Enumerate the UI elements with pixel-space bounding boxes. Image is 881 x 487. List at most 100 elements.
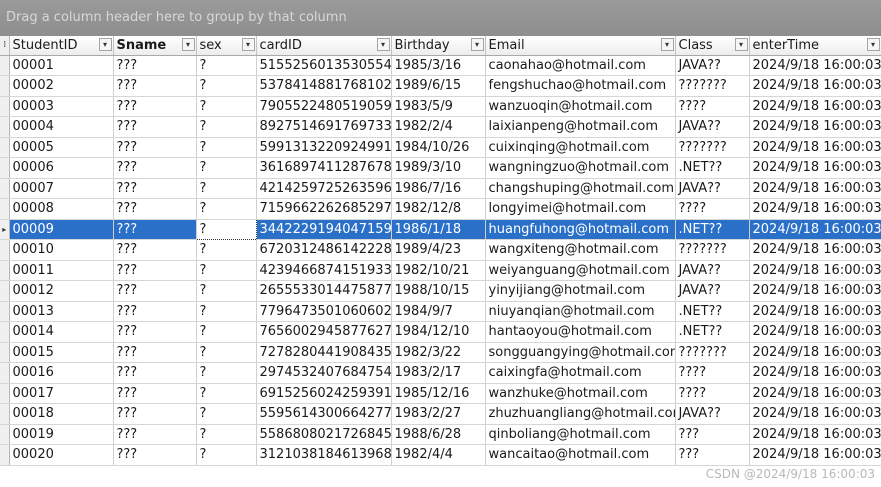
cell-sex[interactable]: ?	[196, 383, 257, 404]
cell-email[interactable]: fengshuchao@hotmail.com	[485, 75, 676, 97]
table-row[interactable]: 00016???? 2974532407684754 1983/2/17 caixin…	[0, 362, 881, 384]
cell-studentid[interactable]: 00005	[9, 137, 114, 158]
cell-entertime[interactable]: 2024/9/18 16:00:03	[749, 219, 881, 240]
cell-sname[interactable]: ???	[113, 239, 197, 261]
cell-sex[interactable]: ?	[196, 321, 257, 343]
cell-email[interactable]: longyimei@hotmail.com	[485, 198, 676, 220]
cell-studentid[interactable]: 00016	[9, 362, 114, 384]
cell-entertime[interactable]: 2024/9/18 16:00:03	[749, 55, 881, 76]
cell-sname[interactable]: ???	[113, 280, 197, 302]
row-indicator[interactable]	[0, 444, 10, 466]
row-indicator[interactable]	[0, 55, 10, 76]
cell-entertime[interactable]: 2024/9/18 16:00:03	[749, 96, 881, 117]
cell-cardid[interactable]: 7796473501060602	[256, 301, 392, 322]
cell-sname[interactable]: ???	[113, 260, 197, 281]
cell-studentid[interactable]: 00009	[9, 219, 114, 240]
table-row[interactable]: 00012???? 2655533014475877 1988/10/15 yinyi…	[0, 280, 881, 302]
table-row[interactable]: 00014???? 7656002945877627 1984/12/10 hanta…	[0, 321, 881, 343]
row-indicator[interactable]	[0, 383, 10, 404]
row-indicator[interactable]	[0, 239, 10, 261]
cell-cardid[interactable]: 4239466874151933	[256, 260, 392, 281]
cell-birthday[interactable]: 1984/12/10	[391, 321, 486, 343]
cell-sex[interactable]: ?	[195, 218, 257, 240]
table-row[interactable]: 00018???? 5595614300664277 1983/2/27 zhuzhu…	[0, 403, 881, 425]
cell-class[interactable]: .NET??	[675, 301, 750, 322]
cell-email[interactable]: changshuping@hotmail.com	[485, 178, 676, 199]
cell-entertime[interactable]: 2024/9/18 16:00:03	[749, 116, 881, 138]
cell-sname[interactable]: ???	[113, 55, 197, 76]
column-header-email[interactable]: Email ▾	[485, 36, 676, 56]
table-row[interactable]: 00005???? 5991313220924991 1984/10/26 cuixi…	[0, 137, 881, 158]
cell-cardid[interactable]: 2974532407684754	[256, 362, 392, 384]
cell-birthday[interactable]: 1986/7/16	[391, 178, 486, 199]
cell-email[interactable]: laixianpeng@hotmail.com	[485, 116, 676, 138]
group-by-panel[interactable]: Drag a column header here to group by th…	[0, 0, 881, 37]
cell-entertime[interactable]: 2024/9/18 16:00:03	[749, 157, 881, 179]
cell-studentid[interactable]: 00006	[9, 157, 114, 179]
cell-entertime[interactable]: 2024/9/18 16:00:03	[749, 280, 881, 302]
cell-sname[interactable]: ???	[113, 444, 197, 466]
cell-birthday[interactable]: 1989/6/15	[391, 75, 486, 97]
cell-class[interactable]: ????	[675, 198, 750, 220]
row-indicator[interactable]	[0, 137, 10, 158]
cell-entertime[interactable]: 2024/9/18 16:00:03	[749, 178, 881, 199]
table-row[interactable]: 00006???? 3616897411287678 1989/3/10 wangni…	[0, 157, 881, 179]
cell-sex[interactable]: ?	[196, 137, 257, 158]
cell-cardid[interactable]: 5586808021726845	[256, 424, 392, 445]
cell-sex[interactable]: ?	[196, 342, 257, 363]
cell-cardid[interactable]: 5155256013530554	[256, 55, 392, 76]
cell-class[interactable]: .NET??	[675, 157, 750, 179]
cell-studentid[interactable]: 00011	[9, 260, 114, 281]
cell-sex[interactable]: ?	[196, 55, 257, 76]
filter-dropdown-icon[interactable]: ▾	[660, 38, 674, 51]
table-row[interactable]: 00017???? 6915256024259391 1985/12/16 wanzh…	[0, 383, 881, 404]
cell-sname[interactable]: ???	[113, 321, 197, 343]
cell-email[interactable]: cuixinqing@hotmail.com	[485, 137, 676, 158]
column-header-studentid[interactable]: StudentID ▾	[9, 36, 114, 56]
cell-sname[interactable]: ???	[113, 116, 197, 138]
cell-email[interactable]: wanzuoqin@hotmail.com	[485, 96, 676, 117]
cell-studentid[interactable]: 00014	[9, 321, 114, 343]
cell-entertime[interactable]: 2024/9/18 16:00:03	[749, 198, 881, 220]
cell-sex[interactable]: ?	[196, 239, 257, 261]
cell-class[interactable]: .NET??	[675, 321, 750, 343]
student-grid[interactable]: ⁞ StudentID ▾ Sname ▾ sex ▾ cardID ▾ Birthday ▾ Em…	[0, 36, 881, 466]
cell-studentid[interactable]: 00018	[9, 403, 114, 425]
cell-sname[interactable]: ???	[113, 342, 197, 363]
table-row[interactable]: 00001???? 5155256013530554 1985/3/16 caonah…	[0, 55, 881, 76]
filter-dropdown-icon[interactable]: ▾	[376, 38, 390, 51]
filter-dropdown-icon[interactable]: ▾	[866, 38, 880, 51]
cell-sname[interactable]: ???	[113, 137, 197, 158]
cell-studentid[interactable]: 00004	[9, 116, 114, 138]
cell-entertime[interactable]: 2024/9/18 16:00:03	[749, 239, 881, 261]
cell-birthday[interactable]: 1982/10/21	[391, 260, 486, 281]
cell-sex[interactable]: ?	[196, 444, 257, 466]
cell-class[interactable]: JAVA??	[675, 280, 750, 302]
row-indicator[interactable]	[0, 157, 10, 179]
table-row[interactable]: 00003???? 7905522480519059 1983/5/9 wanzuoq…	[0, 96, 881, 117]
cell-class[interactable]: ???????	[675, 342, 750, 363]
row-indicator[interactable]	[0, 178, 10, 199]
cell-sname[interactable]: ???	[113, 157, 197, 179]
cell-class[interactable]: JAVA??	[675, 403, 750, 425]
cell-sex[interactable]: ?	[196, 157, 257, 179]
cell-sex[interactable]: ?	[196, 301, 257, 322]
cell-birthday[interactable]: 1983/2/27	[391, 403, 486, 425]
cell-cardid[interactable]: 6915256024259391	[256, 383, 392, 404]
cell-sex[interactable]: ?	[196, 75, 257, 97]
row-indicator-header[interactable]: ⁞	[0, 36, 10, 56]
table-row[interactable]: 00019???? 5586808021726845 1988/6/28 qinbol…	[0, 424, 881, 445]
table-row[interactable]: ▸ 00009???? 3442229194047159 1986/1/18 huang…	[0, 218, 881, 240]
cell-studentid[interactable]: 00012	[9, 280, 114, 302]
row-indicator[interactable]	[0, 424, 10, 445]
cell-class[interactable]: ???????	[675, 75, 750, 97]
cell-entertime[interactable]: 2024/9/18 16:00:03	[749, 137, 881, 158]
cell-birthday[interactable]: 1984/10/26	[391, 137, 486, 158]
cell-email[interactable]: songguangying@hotmail.com	[485, 342, 676, 363]
table-row[interactable]: 00002???? 5378414881768102 1989/6/15 fengsh…	[0, 75, 881, 97]
cell-entertime[interactable]: 2024/9/18 16:00:03	[749, 362, 881, 384]
table-row[interactable]: 00020???? 3121038184613968 1982/4/4 wancait…	[0, 444, 881, 466]
cell-sex[interactable]: ?	[196, 403, 257, 425]
cell-sex[interactable]: ?	[196, 280, 257, 302]
cell-cardid[interactable]: 5378414881768102	[256, 75, 392, 97]
